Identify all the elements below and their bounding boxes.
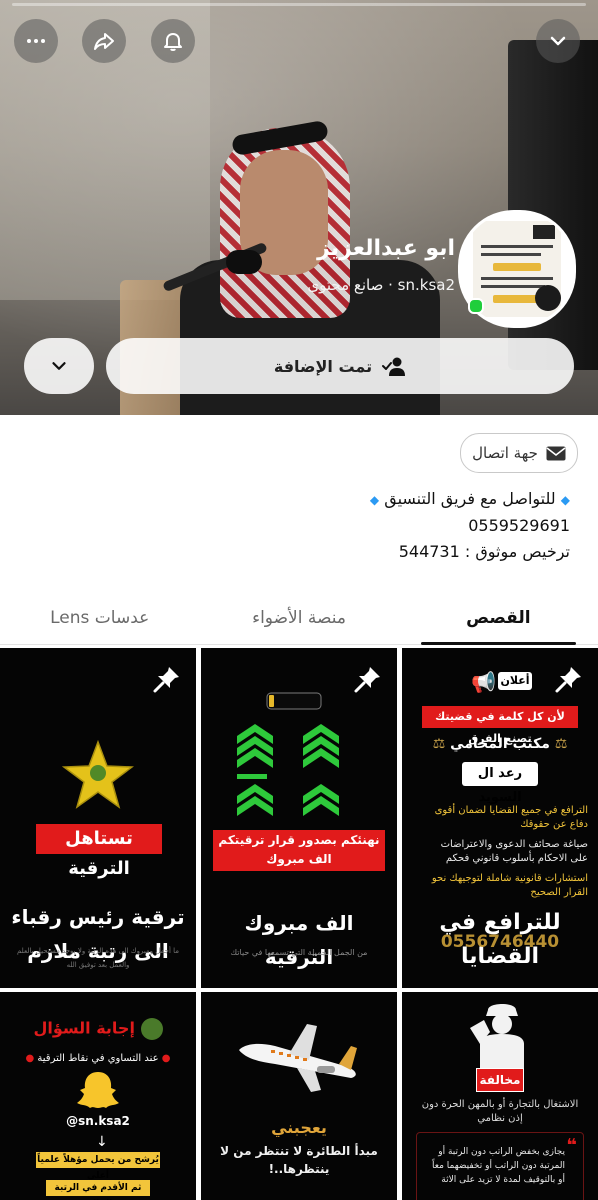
more-button[interactable]	[14, 19, 58, 63]
bio-line-2: 0559529691	[468, 516, 570, 535]
microphone	[226, 250, 262, 274]
down-arrow	[50, 1170, 146, 1176]
avatar-icon	[140, 1018, 163, 1040]
announce-label: أعلان	[498, 672, 532, 690]
megaphone-icon: 📢	[471, 670, 496, 694]
more-icon	[27, 39, 45, 43]
story-progress-bar	[12, 3, 586, 6]
question-title-text: إجابة السؤال	[33, 1018, 135, 1038]
handle: @sn.ksa2	[66, 1114, 130, 1128]
red-headline: نهنئكم بصدور قرار ترقيتكم الف مبروك	[213, 830, 385, 871]
tile-small-text: ما أجمل ومبروك الى هذه الرتبة ولا يوجد م…	[16, 947, 180, 969]
profile-header: ابو عبدالعزيز sn.ksa2 · صانع محتوى تمت ا…	[0, 0, 598, 415]
share-icon	[94, 33, 114, 50]
notification-button[interactable]	[151, 19, 195, 63]
contact-button[interactable]: جهة اتصال	[460, 433, 578, 473]
lawyer-phone: 0556746440	[440, 932, 560, 952]
scales-icon: ⚖	[554, 736, 568, 752]
user-check-icon	[382, 357, 406, 376]
pin-icon	[555, 667, 581, 693]
tile-small-text: من الجمل الجميلة التي تسمعها في حياتك	[230, 948, 368, 957]
scales-icon: ⚖	[432, 736, 446, 752]
contact-label: جهة اتصال	[472, 444, 538, 462]
quote-icon: ❝	[566, 1135, 577, 1156]
bio-line-3: ترخيص موثوق : 544731	[398, 542, 570, 561]
story-tile-question[interactable]: إجابة السؤال ● عند التساوي في نقاط الترق…	[0, 992, 196, 1200]
red-headline: مخالفة	[476, 1068, 524, 1092]
story-tile-promotion-congrats[interactable]: نهنئكم بصدور قرار ترقيتكم الف مبروك الف …	[201, 648, 397, 988]
diamond-icon: ◆	[560, 493, 570, 507]
red-headline: لأن كل كلمة في قضيتك تصنع الفرق	[422, 706, 578, 745]
share-button[interactable]	[82, 19, 126, 63]
story-tile-airplane[interactable]: يعجبني مبدأ الطائرة لا تنتظر من لا ينتظر…	[201, 992, 397, 1200]
red-dot-icon: ●	[25, 1053, 35, 1064]
bio-line-1-text: للتواصل مع فريق التنسيق	[384, 489, 556, 508]
like-badge: يعجبني	[271, 1118, 327, 1137]
tile-caption: الف مبروك الترقية	[244, 911, 354, 969]
question-title: إجابة السؤال	[0, 1018, 196, 1040]
online-indicator	[468, 298, 484, 314]
profile-name: ابو عبدالعزيز	[317, 236, 455, 261]
airplane-icon	[239, 1024, 357, 1092]
bell-icon	[164, 33, 182, 51]
profile-subtitle: sn.ksa2 · صانع محتوى	[307, 276, 455, 294]
story-tile-violation[interactable]: مخالفة الاشتغال بالتجارة أو بالمهن الحرة…	[402, 992, 598, 1200]
yellow-line-1: يُرشح من يحمل مؤهلاً علمياً أعلى	[36, 1152, 160, 1181]
chevron-down-icon	[52, 362, 66, 370]
tab-bar: القصص منصة الأضواء عدسات Lens	[0, 592, 598, 645]
mail-icon	[546, 446, 566, 460]
added-label: تمت الإضافة	[273, 356, 373, 376]
violation-text: الاشتغال بالتجارة أو بالمهن الحرة دون إذ…	[421, 1099, 579, 1124]
saluting-soldier-icon	[470, 1004, 524, 1078]
story-tile-lawyer[interactable]: أعلان 📢 لأن كل كلمة في قضيتك تصنع الفرق …	[402, 648, 598, 988]
rank-chevrons-icon	[237, 724, 339, 816]
bullet-1: الترافع في جميع القضايا لضمان أقوى دفاع …	[434, 805, 588, 830]
pin-icon	[354, 667, 380, 693]
stories-grid: أعلان 📢 لأن كل كلمة في قضيتك تصنع الفرق …	[0, 648, 598, 1200]
star-icon	[62, 740, 134, 809]
shoulder-rank-icon	[266, 692, 322, 710]
tab-stories[interactable]: القصص	[399, 592, 598, 645]
snapchat-ghost-icon	[77, 1072, 119, 1108]
bio: ◆ للتواصل مع فريق التنسيق ◆ 0559529691 ت…	[150, 486, 570, 565]
lawyer-name: رعد ال السويد	[462, 762, 538, 805]
collapse-button[interactable]	[536, 19, 580, 63]
penalty-text: يجازى بخفض الراتب دون الرتبة أو المرتبة …	[431, 1147, 565, 1185]
question-line: ● عند التساوي في نقاط الترقية ●	[6, 1052, 190, 1066]
pin-icon	[153, 667, 179, 693]
red-dot-icon: ●	[161, 1053, 171, 1064]
tab-lenses[interactable]: عدسات Lens	[0, 592, 199, 644]
story-tile-promotion-rank[interactable]: تستاهل الترقية ترقية رئيس رقباء الى رتبة…	[0, 648, 196, 988]
tile-caption: مبدأ الطائرة لا تنتظر من لا ينتظرها..!	[220, 1144, 378, 1176]
added-button[interactable]: تمت الإضافة	[106, 338, 574, 394]
office-title-text: مكتب المحامي	[450, 736, 550, 752]
avatar-image	[473, 221, 561, 317]
diamond-icon: ◆	[369, 493, 380, 507]
question-line-text: عند التساوي في نقاط الترقية	[37, 1053, 159, 1064]
yellow-line-2: ثم الأقدم في الرتبة الحالية	[46, 1180, 150, 1200]
penalty-box: ❝ يجازى بخفض الراتب دون الرتبة أو المرتب…	[416, 1132, 584, 1200]
arrow-down-icon: ↓	[96, 1134, 108, 1150]
tab-spotlight[interactable]: منصة الأضواء	[199, 592, 398, 644]
red-headline: تستاهل الترقية	[36, 824, 162, 879]
bio-line-1: ◆ للتواصل مع فريق التنسيق ◆	[150, 486, 570, 513]
office-title: ⚖ مكتب المحامي ⚖	[402, 736, 598, 752]
bullet-2: صياغة صحائف الدعوى والاعتراضات على الاحك…	[440, 839, 588, 864]
bullet-3: استشارات قانونية شاملة لتوجيهك نحو القرا…	[431, 873, 588, 898]
expand-button[interactable]	[24, 338, 94, 394]
chevron-down-icon	[550, 36, 566, 46]
